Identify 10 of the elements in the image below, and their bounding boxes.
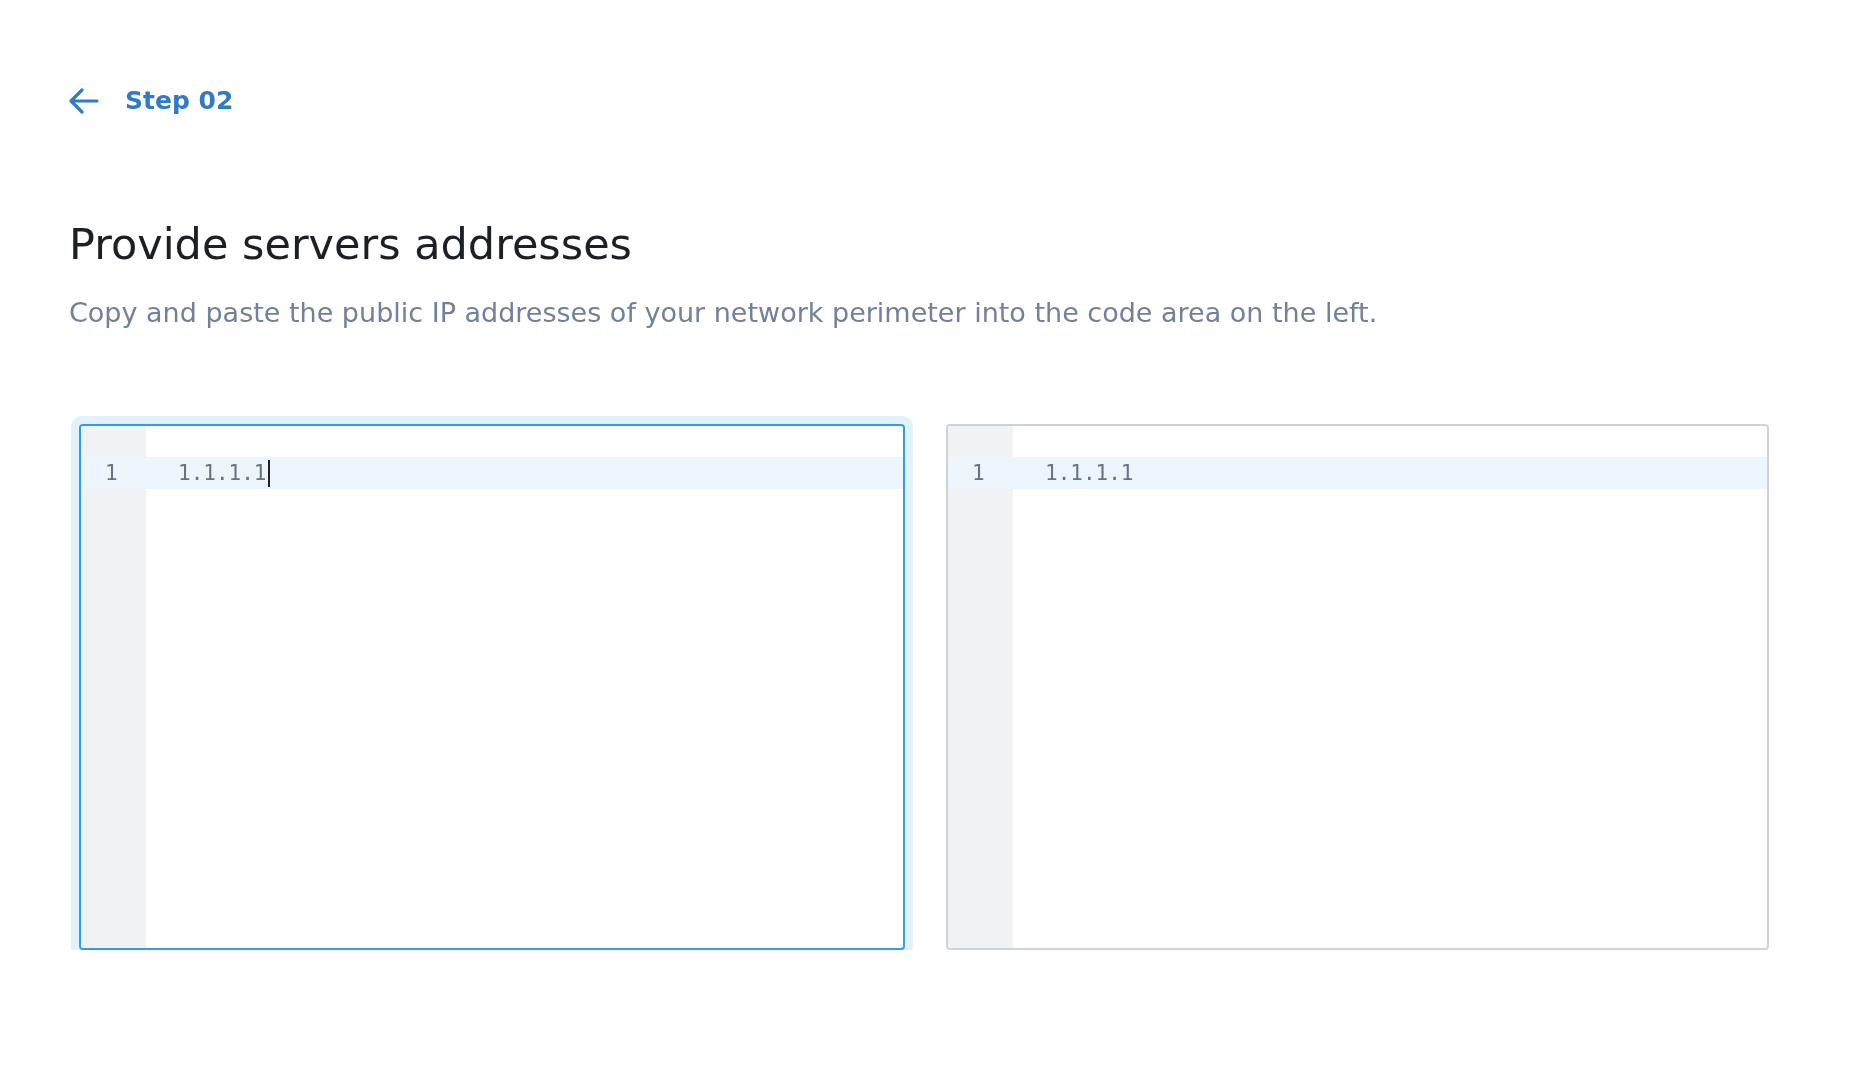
code-text: 1.1.1.1	[178, 461, 267, 485]
line-number: 1	[971, 461, 986, 485]
text-cursor	[267, 459, 270, 487]
back-link[interactable]: Step 02	[69, 86, 234, 115]
code-editor[interactable]: 1 1.1.1.1	[946, 424, 1769, 950]
line-number: 1	[104, 461, 119, 485]
page-description: Copy and paste the public IP addresses of your network perimeter into the code area on the left.	[69, 297, 1379, 328]
page-title: Provide servers addresses	[69, 219, 633, 269]
back-arrow-icon	[69, 87, 99, 114]
code-text: 1.1.1.1	[1045, 461, 1134, 485]
